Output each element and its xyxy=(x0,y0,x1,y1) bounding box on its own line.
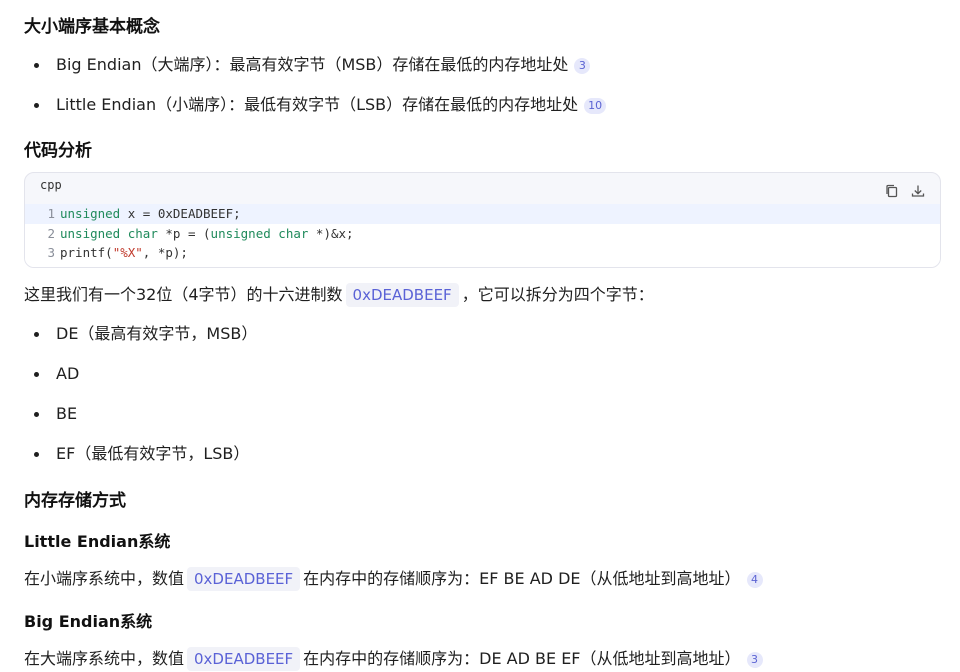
explain-text-before: 这里我们有一个32位（4字节）的十六进制数 xyxy=(24,285,343,304)
code-block: cpp 1 unsigned x = 0xDEADBEEF; 2 unsigned c… xyxy=(24,172,941,268)
heading-code-analysis: 代码分析 xyxy=(24,141,92,161)
code-string: "%X" xyxy=(112,245,143,260)
heading-memory-storage: 内存存储方式 xyxy=(24,491,126,511)
code-keyword: unsigned xyxy=(60,206,121,221)
heading-big-endian-system: Big Endian系统 xyxy=(24,612,153,631)
list-item-byte-be: BE xyxy=(33,403,78,425)
code-keyword: char xyxy=(127,225,158,241)
code-line: 2 unsigned char *p = (unsigned char *)&x; xyxy=(25,224,940,244)
list-item-text: DE（最高有效字节，MSB） xyxy=(56,324,258,343)
inline-code: 0xDEADBEEF xyxy=(187,567,301,591)
citation-badge[interactable]: 3 xyxy=(574,58,591,74)
code-keyword: unsigned xyxy=(210,225,271,241)
list-item-big-endian: Big Endian（大端序）：最高有效字节（MSB）存储在最低的内存地址处 3 xyxy=(33,54,591,76)
list-item-byte-ef: EF（最低有效字节，LSB） xyxy=(33,443,250,465)
little-text-before: 在小端序系统中，数值 xyxy=(24,569,185,588)
list-item-text: Little Endian（小端序）：最低有效字节（LSB）存储在最低的内存地址… xyxy=(56,95,579,114)
line-number: 3 xyxy=(47,245,55,260)
little-endian-paragraph: 在小端序系统中，数值 0xDEADBEEF 在内存中的存储顺序为：EF BE AD … xyxy=(24,567,763,591)
list-item-text: Big Endian（大端序）：最高有效字节（MSB）存储在最低的内存地址处 xyxy=(56,55,569,74)
code-text: unsigned x = 0xDEADBEEF; xyxy=(60,204,241,224)
code-text: printf("%X", *p); xyxy=(60,243,188,263)
explain-paragraph: 这里我们有一个32位（4字节）的十六进制数 0xDEADBEEF ，它可以拆分为四个… xyxy=(24,283,654,307)
big-text-after: 在内存中的存储顺序为：DE AD BE EF（从低地址到高地址） xyxy=(303,649,741,668)
list-item-little-endian: Little Endian（小端序）：最低有效字节（LSB）存储在最低的内存地址… xyxy=(33,94,607,116)
code-text: unsigned char *p = (unsigned char *)&x; xyxy=(60,224,354,244)
big-endian-paragraph: 在大端序系统中，数值 0xDEADBEEF 在内存中的存储顺序为：DE AD BE … xyxy=(24,647,763,671)
copy-icon[interactable] xyxy=(884,183,900,199)
code-block-header: cpp xyxy=(25,173,940,203)
inline-code: 0xDEADBEEF xyxy=(345,283,459,307)
citation-badge[interactable]: 3 xyxy=(746,652,763,668)
download-icon[interactable] xyxy=(910,183,926,199)
code-token: , *p); xyxy=(142,245,188,260)
list-item-text: AD xyxy=(56,364,80,383)
line-number: 1 xyxy=(47,206,55,221)
little-text-after: 在内存中的存储顺序为：EF BE AD DE（从低地址到高地址） xyxy=(303,569,741,588)
code-line: 1 unsigned x = 0xDEADBEEF; xyxy=(25,204,940,224)
line-number: 2 xyxy=(47,225,55,241)
list-item-text: BE xyxy=(56,404,78,423)
list-item-byte-ad: AD xyxy=(33,363,80,385)
citation-badge[interactable]: 4 xyxy=(746,572,763,588)
citation-badge[interactable]: 10 xyxy=(584,98,607,114)
explain-text-after: ，它可以拆分为四个字节： xyxy=(461,285,654,304)
code-token: *)&x; xyxy=(308,225,354,241)
heading-concepts: 大小端序基本概念 xyxy=(24,17,160,37)
list-item-text: EF（最低有效字节，LSB） xyxy=(56,444,250,463)
code-keyword: unsigned xyxy=(60,225,121,241)
chat-answer: 大小端序基本概念 Big Endian（大端序）：最高有效字节（MSB）存储在最… xyxy=(0,0,960,672)
code-body[interactable]: 1 unsigned x = 0xDEADBEEF; 2 unsigned char … xyxy=(25,204,940,267)
list-item-byte-de: DE（最高有效字节，MSB） xyxy=(33,323,258,345)
code-token: *p = ( xyxy=(157,225,211,241)
code-token: printf( xyxy=(60,245,113,260)
code-token: x = 0xDEADBEEF; xyxy=(120,206,241,221)
big-text-before: 在大端序系统中，数值 xyxy=(24,649,185,668)
code-keyword: char xyxy=(278,225,309,241)
inline-code: 0xDEADBEEF xyxy=(187,647,301,671)
code-language-label: cpp xyxy=(40,178,62,192)
code-line: 3 printf("%X", *p); xyxy=(25,243,940,263)
heading-little-endian-system: Little Endian系统 xyxy=(24,532,171,551)
